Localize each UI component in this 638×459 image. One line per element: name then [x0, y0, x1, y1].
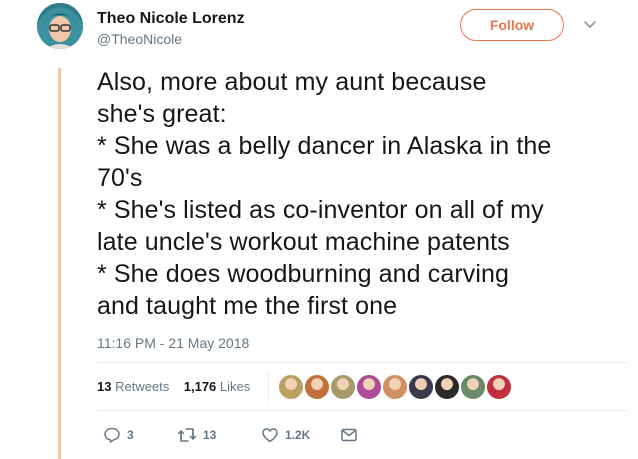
likes-label: Likes	[219, 379, 251, 394]
tweet-stats: 13 Retweets 1,176 Likes	[97, 378, 250, 396]
tweet-text-line: * She was a belly dancer in Alaska in th…	[97, 132, 552, 160]
liker-avatar-1[interactable]	[278, 374, 304, 400]
tweet-text-line: * She does woodburning and carving	[97, 260, 510, 288]
tweet-text-line: and taught me the first one	[97, 292, 398, 320]
retweets-label: Retweets	[115, 379, 170, 394]
divider-top	[97, 362, 627, 363]
liker-avatar-3[interactable]	[330, 374, 356, 400]
reply-count: 3	[127, 428, 134, 442]
likes-count: 1,176	[183, 379, 217, 394]
liker-avatar-9[interactable]	[486, 374, 512, 400]
like-button[interactable]: 1.2K	[261, 425, 310, 445]
liker-avatar-4[interactable]	[356, 374, 382, 400]
likes-stat[interactable]: 1,176 Likes	[184, 379, 251, 394]
liker-avatar-8[interactable]	[460, 374, 486, 400]
follow-button[interactable]: Follow	[460, 9, 564, 41]
tweet-text-line: Also, more about my aunt because	[97, 68, 487, 96]
direct-message-button[interactable]	[340, 425, 358, 445]
tweet-text: Also, more about my aunt because she's g…	[97, 66, 627, 322]
thread-line	[58, 68, 61, 459]
liker-avatar-7[interactable]	[434, 374, 460, 400]
message-icon	[341, 428, 357, 442]
reply-icon	[104, 427, 120, 443]
tweet-text-line: 70's	[97, 164, 143, 192]
stats-separator	[268, 372, 269, 402]
tweet-text-line: she's great:	[97, 100, 227, 128]
retweets-stat[interactable]: 13 Retweets	[97, 379, 169, 394]
retweets-count: 13	[97, 379, 112, 394]
liker-avatar-2[interactable]	[304, 374, 330, 400]
divider-bottom	[97, 410, 627, 411]
reply-button[interactable]: 3	[103, 425, 134, 445]
author-handle[interactable]: @TheoNicole	[97, 30, 182, 48]
retweet-icon	[177, 428, 197, 442]
author-display-name[interactable]: Theo Nicole Lorenz	[97, 9, 245, 29]
liker-avatar-6[interactable]	[408, 374, 434, 400]
heart-icon	[262, 428, 278, 443]
retweet-button[interactable]: 13	[177, 425, 216, 445]
tweet-timestamp[interactable]: 11:16 PM - 21 May 2018	[97, 334, 249, 352]
retweet-count: 13	[203, 428, 217, 442]
author-avatar[interactable]	[37, 3, 83, 49]
chevron-down-icon[interactable]	[582, 17, 598, 33]
like-count: 1.2K	[285, 428, 311, 442]
tweet-text-line: * She's listed as co-inventor on all of …	[97, 196, 544, 224]
liker-avatar-5[interactable]	[382, 374, 408, 400]
tweet-text-line: late uncle's workout machine patents	[97, 228, 510, 256]
